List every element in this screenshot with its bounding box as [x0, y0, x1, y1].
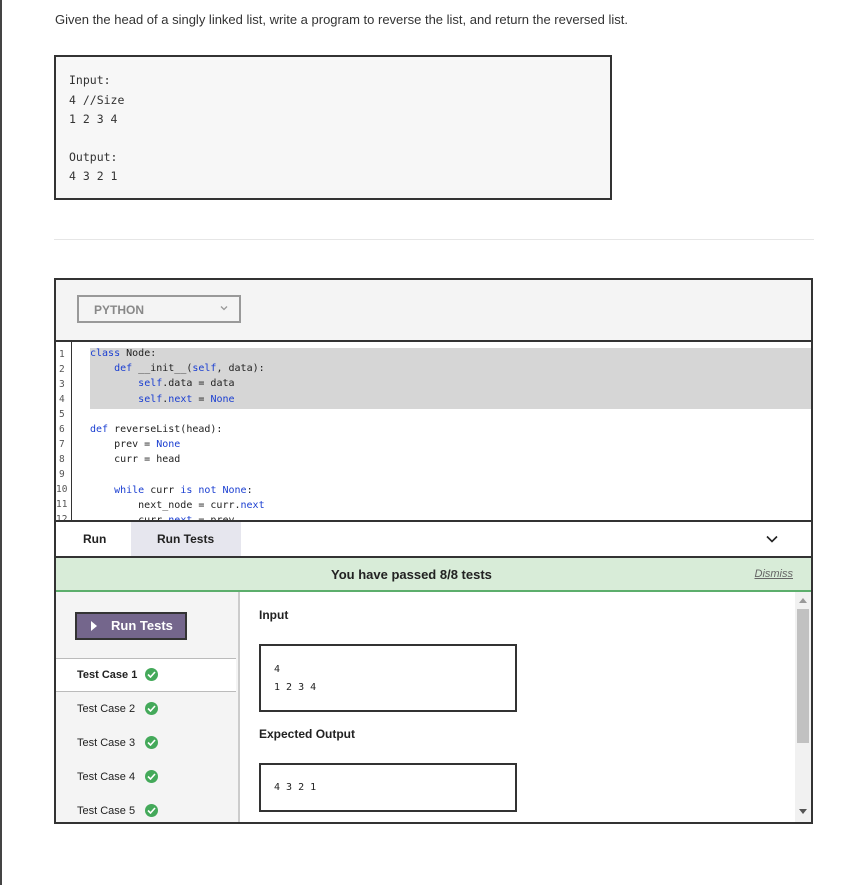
test-case-list: Run Tests Test Case 1 Test Case 2 Test C… — [56, 592, 240, 822]
code-line: curr.next = prev — [90, 515, 235, 522]
test-case-label: Test Case 2 — [77, 703, 136, 715]
check-circle-icon — [145, 736, 158, 749]
sample-line: 4 3 2 1 — [69, 169, 118, 183]
sample-line: Output: — [69, 150, 118, 164]
line-number: 3 — [59, 379, 65, 390]
tab-run-tests[interactable]: Run Tests — [131, 522, 241, 556]
section-divider — [54, 239, 814, 240]
test-case-label: Test Case 4 — [77, 771, 136, 783]
expected-output-line: 4 3 2 1 — [274, 782, 317, 793]
input-box: 4 1 2 3 4 — [259, 644, 517, 712]
test-case-5[interactable]: Test Case 5 — [56, 795, 236, 822]
code-line: self.data = data — [138, 378, 235, 390]
check-circle-icon — [145, 702, 158, 715]
line-number: 11 — [56, 499, 68, 510]
test-case-4[interactable]: Test Case 4 — [56, 761, 236, 793]
input-line: 4 — [274, 664, 281, 675]
code-line: while curr is not None: — [114, 484, 253, 496]
scrollbar-thumb[interactable] — [797, 609, 809, 743]
test-case-2[interactable]: Test Case 2 — [56, 693, 236, 725]
tab-run-tests-label: Run Tests — [157, 532, 215, 546]
scroll-up-arrow-icon[interactable] — [799, 598, 807, 603]
test-case-label: Test Case 1 — [77, 669, 138, 681]
editor-toolbar: PYTHON — [56, 280, 811, 342]
scroll-down-arrow-icon[interactable] — [799, 809, 807, 814]
check-circle-icon — [145, 668, 158, 681]
code-line: class Node: — [90, 348, 157, 359]
line-number-gutter: 1 2 3 4 5 6 7 8 9 10 11 12 — [56, 342, 72, 520]
sample-io-box: Input: 4 //Size 1 2 3 4 Output: 4 3 2 1 — [54, 55, 612, 200]
problem-description: Given the head of a singly linked list, … — [55, 12, 628, 27]
chevron-down-icon[interactable] — [765, 533, 779, 545]
chevron-down-icon — [220, 306, 228, 311]
page-left-border — [0, 0, 2, 885]
line-number: 5 — [59, 409, 65, 420]
language-select-value: PYTHON — [94, 303, 145, 317]
line-number: 6 — [59, 424, 65, 435]
expected-output-heading: Expected Output — [259, 727, 356, 741]
test-case-label: Test Case 3 — [77, 737, 136, 749]
line-number: 1 — [59, 349, 65, 360]
code-line: prev = None — [90, 439, 181, 451]
input-line: 1 2 3 4 — [274, 682, 317, 693]
language-select[interactable]: PYTHON — [77, 295, 241, 323]
expected-output-box: 4 3 2 1 — [259, 763, 517, 812]
sample-line: Input: — [69, 73, 111, 87]
test-case-label: Test Case 5 — [77, 805, 136, 817]
test-case-1[interactable]: Test Case 1 — [56, 658, 236, 692]
dismiss-link[interactable]: Dismiss — [755, 568, 794, 580]
tab-run-label: Run — [83, 532, 107, 546]
check-circle-icon — [145, 804, 158, 817]
code-line: self.next = None — [138, 393, 235, 405]
test-case-details: Input 4 1 2 3 4 Expected Output 4 3 2 1 — [240, 592, 795, 822]
scrollbar[interactable] — [795, 592, 811, 822]
sample-line: 4 //Size — [69, 93, 125, 107]
line-number: 8 — [59, 454, 65, 465]
code-line: curr = head — [90, 454, 181, 466]
play-icon — [91, 621, 97, 631]
output-tabs: Run Run Tests — [56, 522, 811, 558]
line-number: 4 — [59, 394, 65, 405]
line-number: 10 — [56, 484, 68, 495]
run-tests-button[interactable]: Run Tests — [75, 612, 187, 640]
line-number: 7 — [59, 439, 65, 450]
tab-run[interactable]: Run — [56, 522, 131, 556]
code-editor[interactable]: 1 2 3 4 5 6 7 8 9 10 11 12 class Node: d… — [56, 342, 811, 522]
code-line: next_node = curr.next — [90, 500, 265, 511]
test-panel: Run Tests Test Case 1 Test Case 2 Test C… — [56, 592, 811, 822]
sample-line: 1 2 3 4 — [69, 112, 118, 126]
line-number: 12 — [56, 514, 68, 522]
code-widget: PYTHON 1 2 3 4 5 6 7 8 9 10 11 12 class … — [54, 278, 813, 824]
test-case-3[interactable]: Test Case 3 — [56, 727, 236, 759]
test-result-banner: You have passed 8/8 tests Dismiss — [56, 558, 811, 592]
code-line: def __init__(self, data): — [114, 363, 265, 375]
input-heading: Input — [259, 608, 289, 622]
line-number: 9 — [59, 469, 65, 480]
run-tests-button-label: Run Tests — [111, 618, 173, 633]
banner-message: You have passed 8/8 tests — [331, 567, 492, 582]
line-number: 2 — [59, 364, 65, 375]
code-line: def reverseList(head): — [90, 424, 223, 435]
check-circle-icon — [145, 770, 158, 783]
